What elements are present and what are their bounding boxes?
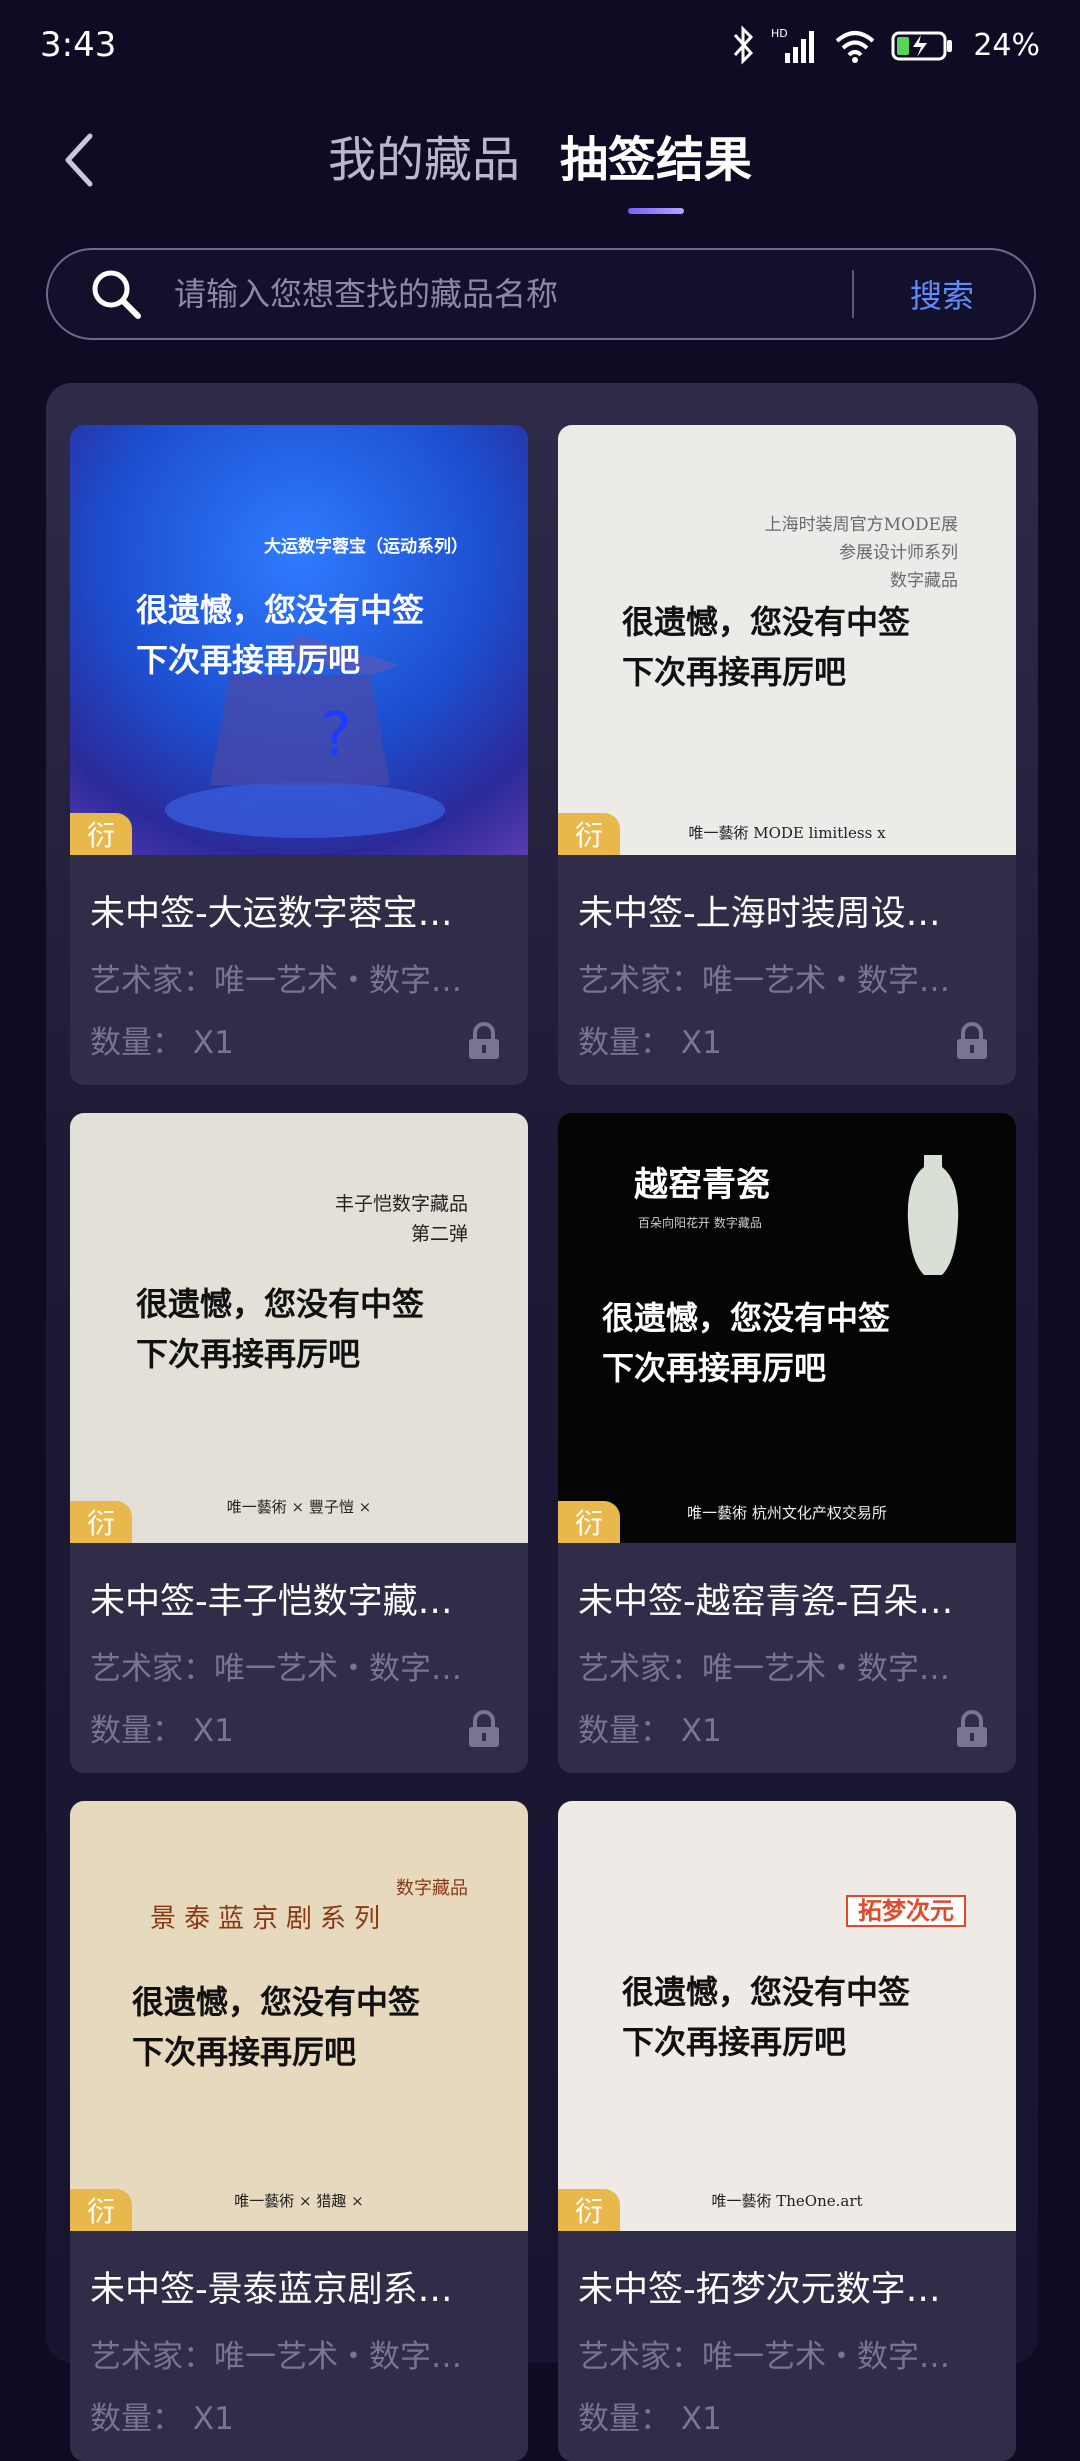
image-header: 上海时装周官方MODE展 参展设计师系列 数字藏品 (765, 511, 958, 595)
image-header-line1: 上海时装周官方MODE展 (764, 515, 958, 535)
vase-graphic (907, 1155, 959, 1275)
image-message: 很遗憾，您没有中签 下次再接再厉吧 (622, 1967, 1016, 2067)
card-title: 未中签-越窑青瓷-百朵… (578, 1582, 954, 1622)
search-divider (851, 270, 854, 318)
derivative-badge: 衍 (558, 1501, 620, 1543)
lock-icon (957, 1022, 987, 1059)
card-title: 未中签-拓梦次元数字… (578, 2270, 941, 2310)
collection-card[interactable]: ? 大运数字蓉宝（运动系列） 很遗憾，您没有中签 下次再接再厉吧 衍 未中签-大… (70, 425, 528, 1085)
bluetooth-icon (734, 25, 754, 65)
status-time: 3:43 (40, 25, 117, 65)
image-message-line1: 很遗憾，您没有中签 (136, 591, 425, 629)
card-quantity: 数量： X1 (90, 2401, 234, 2437)
card-image: 上海时装周官方MODE展 参展设计师系列 数字藏品 很遗憾，您没有中签 下次再接… (558, 425, 1016, 855)
search-bar: 搜索 (46, 248, 1036, 340)
image-message-line1: 很遗憾，您没有中签 (622, 1973, 911, 2011)
lock-icon (469, 1022, 499, 1059)
battery-icon (891, 31, 953, 61)
image-header: 大运数字蓉宝（运动系列） (264, 537, 468, 557)
results-panel: ? 大运数字蓉宝（运动系列） 很遗憾，您没有中签 下次再接再厉吧 衍 未中签-大… (46, 383, 1038, 2461)
image-logos: 唯一藝術 × 豐子愷 × (226, 1498, 372, 1516)
card-image: 丰子恺数字藏品 第二弹 很遗憾，您没有中签 下次再接再厉吧 唯一藝術 × 豐子愷… (70, 1113, 528, 1543)
derivative-badge: 衍 (70, 2189, 132, 2231)
image-message-line1: 很遗憾，您没有中签 (622, 603, 911, 641)
card-artist: 艺术家：唯一艺术・数字… (578, 2339, 950, 2375)
image-message: 很遗憾，您没有中签 下次再接再厉吧 (132, 1977, 528, 2077)
card-artist: 艺术家：唯一艺术・数字… (90, 1651, 462, 1687)
image-header-line1: 丰子恺数字藏品 (334, 1193, 468, 1215)
collection-card[interactable]: 上海时装周官方MODE展 参展设计师系列 数字藏品 很遗憾，您没有中签 下次再接… (558, 425, 1016, 1085)
image-header: 丰子恺数字藏品 第二弹 (335, 1189, 468, 1249)
derivative-badge: 衍 (558, 813, 620, 855)
derivative-badge: 衍 (70, 813, 132, 855)
image-header-line1: 数字藏品 (396, 1878, 468, 1899)
image-header-line2: 第二弹 (410, 1223, 468, 1245)
image-header-line3: 数字藏品 (890, 571, 958, 591)
image-logos: 唯一藝術 TheOne.art (711, 2192, 863, 2210)
lock-icon (957, 1710, 987, 1747)
collection-card[interactable]: 数字藏品 景泰蓝京剧系列 很遗憾，您没有中签 下次再接再厉吧 唯一藝術 × 猎趣… (70, 1801, 528, 2461)
battery-percent: 24% (973, 27, 1040, 63)
card-image: 越窑青瓷 百朵向阳花开 数字藏品 很遗憾，您没有中签 下次再接再厉吧 唯一藝術 … (558, 1113, 1016, 1543)
image-message-line1: 很遗憾，您没有中签 (132, 1983, 421, 2021)
collection-grid: ? 大运数字蓉宝（运动系列） 很遗憾，您没有中签 下次再接再厉吧 衍 未中签-大… (70, 425, 1016, 2461)
wifi-icon (835, 31, 875, 63)
header: 我的藏品 抽签结果 (0, 100, 1080, 220)
image-header-line1: 越窑青瓷 (634, 1165, 770, 1205)
image-message: 很遗憾，您没有中签 下次再接再厉吧 (136, 1279, 528, 1379)
card-title: 未中签-丰子恺数字藏… (90, 1582, 453, 1622)
tab-my-collection[interactable]: 我的藏品 (328, 120, 520, 220)
card-quantity: 数量： X1 (578, 2401, 722, 2437)
card-title: 未中签-景泰蓝京剧系… (90, 2270, 453, 2310)
image-message-line2: 下次再接再厉吧 (602, 1349, 827, 1387)
image-header-line1: 拓梦次元 (846, 1895, 966, 1927)
image-message-line2: 下次再接再厉吧 (622, 653, 847, 691)
status-bar: 3:43 HD 24% (0, 0, 1080, 90)
signal-icon: HD (771, 27, 815, 63)
derivative-badge: 衍 (70, 1501, 132, 1543)
search-icon (86, 264, 146, 324)
derivative-badge: 衍 (558, 2189, 620, 2231)
lock-icon (469, 1710, 499, 1747)
image-header-line2: 参展设计师系列 (839, 543, 958, 563)
card-artist: 艺术家：唯一艺术・数字… (578, 963, 950, 999)
card-title: 未中签-大运数字蓉宝… (90, 894, 453, 934)
collection-card[interactable]: 拓梦次元 很遗憾，您没有中签 下次再接再厉吧 唯一藝術 TheOne.art 衍… (558, 1801, 1016, 2461)
image-message: 很遗憾，您没有中签 下次再接再厉吧 (622, 597, 1016, 697)
image-message-line2: 下次再接再厉吧 (132, 2033, 357, 2071)
card-quantity: 数量： X1 (90, 1025, 234, 1061)
image-header-line2: 景泰蓝京剧系列 (150, 1904, 389, 1934)
image-message: 很遗憾，您没有中签 下次再接再厉吧 (136, 585, 528, 685)
card-image: 数字藏品 景泰蓝京剧系列 很遗憾，您没有中签 下次再接再厉吧 唯一藝術 × 猎趣… (70, 1801, 528, 2231)
image-logos: 唯一藝術 × 猎趣 × (234, 2192, 364, 2210)
tab-lottery-results[interactable]: 抽签结果 (560, 120, 752, 220)
image-message-line1: 很遗憾，您没有中签 (136, 1285, 425, 1323)
card-artist: 艺术家：唯一艺术・数字… (90, 963, 462, 999)
card-artist: 艺术家：唯一艺术・数字… (578, 1651, 950, 1687)
card-quantity: 数量： X1 (578, 1025, 722, 1061)
image-header-line2: 百朵向阳花开 数字藏品 (638, 1216, 762, 1230)
image-message-line2: 下次再接再厉吧 (136, 1335, 361, 1373)
card-image: ? 大运数字蓉宝（运动系列） 很遗憾，您没有中签 下次再接再厉吧 衍 (70, 425, 528, 855)
search-button[interactable]: 搜索 (910, 271, 974, 317)
tab-bar: 我的藏品 抽签结果 (0, 120, 1080, 220)
status-icons: HD 24% (731, 25, 1040, 65)
card-title: 未中签-上海时装周设… (578, 894, 941, 934)
image-message-line2: 下次再接再厉吧 (622, 2023, 847, 2061)
image-logos: 唯一藝術 杭州文化产权交易所 (687, 1504, 887, 1522)
image-message: 很遗憾，您没有中签 下次再接再厉吧 (602, 1293, 1016, 1393)
card-quantity: 数量： X1 (578, 1713, 722, 1749)
svg-text:HD: HD (771, 27, 788, 40)
svg-text:?: ? (320, 700, 352, 770)
card-artist: 艺术家：唯一艺术・数字… (90, 2339, 462, 2375)
image-logos: 唯一藝術 MODE limitless x (688, 824, 886, 842)
search-input[interactable] (174, 264, 852, 324)
card-image: 拓梦次元 很遗憾，您没有中签 下次再接再厉吧 唯一藝術 TheOne.art 衍 (558, 1801, 1016, 2231)
collection-card[interactable]: 越窑青瓷 百朵向阳花开 数字藏品 很遗憾，您没有中签 下次再接再厉吧 唯一藝術 … (558, 1113, 1016, 1773)
collection-card[interactable]: 丰子恺数字藏品 第二弹 很遗憾，您没有中签 下次再接再厉吧 唯一藝術 × 豐子愷… (70, 1113, 528, 1773)
image-message-line2: 下次再接再厉吧 (136, 641, 361, 679)
card-quantity: 数量： X1 (90, 1713, 234, 1749)
image-message-line1: 很遗憾，您没有中签 (602, 1299, 891, 1337)
